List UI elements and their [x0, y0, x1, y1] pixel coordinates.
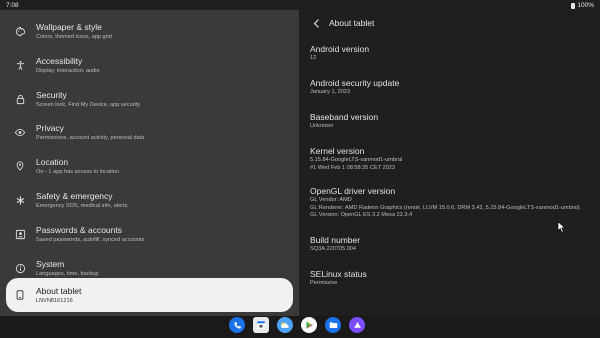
- entry-build-number[interactable]: Build number SQ3A.220705.004: [310, 235, 595, 254]
- entry-title: Kernel version: [310, 146, 365, 156]
- entry-value: GL Vendor: AMD: [310, 197, 352, 203]
- settings-item-privacy[interactable]: Privacy Permissions, account activity, p…: [6, 117, 293, 147]
- entry-value: GL Renderer: AMD Radeon Graphics (renoir…: [310, 204, 580, 211]
- settings-item-wallpaper[interactable]: Wallpaper & style Colors, themed icons, …: [6, 16, 293, 46]
- tablet-icon: [10, 285, 30, 305]
- settings-item-title: Accessibility: [36, 55, 83, 66]
- mouse-cursor-icon: [557, 220, 566, 233]
- back-arrow-icon[interactable]: [310, 16, 322, 30]
- settings-item-security[interactable]: Security Screen lock, Find My Device, ap…: [6, 84, 293, 114]
- taskbar: [0, 316, 600, 338]
- accessibility-icon: [10, 55, 30, 75]
- settings-item-title: Passwords & accounts: [36, 224, 122, 235]
- entry-value: #1 Wed Feb 1 08:58:35 CET 2023: [310, 164, 396, 171]
- settings-item-subtitle: Permissions, account activity, personal …: [36, 134, 145, 141]
- settings-item-title: Privacy: [36, 122, 64, 133]
- settings-item-subtitle: Colors, themed icons, app grid: [36, 33, 112, 40]
- entry-title: Baseband version: [310, 112, 379, 122]
- calendar-app-icon[interactable]: [253, 317, 269, 333]
- settings-item-title: Wallpaper & style: [36, 21, 102, 32]
- entry-opengl-driver[interactable]: OpenGL driver version GL Vendor: AMD GL …: [310, 186, 595, 220]
- settings-item-about-tablet[interactable]: About tablet LNVN8161216: [6, 278, 293, 312]
- asterisk-icon: [10, 190, 30, 210]
- entry-baseband[interactable]: Baseband version Unknown: [310, 112, 595, 131]
- entry-value: Permissive: [310, 280, 338, 286]
- settings-item-subtitle: Languages, time, backup: [36, 270, 99, 277]
- entry-title: SELinux status: [310, 269, 367, 279]
- location-pin-icon: [10, 156, 30, 176]
- settings-item-title: Location: [36, 156, 69, 167]
- settings-item-subtitle: Screen lock, Find My Device, app securit…: [36, 101, 141, 108]
- account-box-icon: [10, 224, 30, 244]
- settings-item-title: About tablet: [36, 285, 82, 296]
- entry-kernel-version[interactable]: Kernel version 5.15.84-GoogleLTS-xanmod1…: [310, 146, 595, 172]
- entry-title: Build number: [310, 235, 361, 245]
- settings-item-subtitle: Saved passwords, autofill, synced accoun…: [36, 236, 145, 243]
- entry-value: SQ3A.220705.004: [310, 246, 357, 252]
- entry-android-version[interactable]: Android version 12: [310, 44, 595, 63]
- weather-app-icon[interactable]: [277, 317, 293, 333]
- entry-value: 5.15.84-GoogleLTS-xanmod1-umbral: [310, 157, 403, 163]
- settings-item-subtitle: On - 1 app has access to location: [36, 168, 120, 175]
- entry-value: January 1, 2023: [310, 89, 351, 95]
- play-games-app-icon[interactable]: [349, 317, 365, 333]
- files-app-icon[interactable]: [325, 317, 341, 333]
- status-time: 7:08: [6, 2, 19, 9]
- about-tablet-panel: About tablet Android version 12 Android …: [301, 10, 600, 316]
- entry-title: OpenGL driver version: [310, 186, 396, 196]
- settings-item-accessibility[interactable]: Accessibility Display, interaction, audi…: [6, 50, 293, 80]
- settings-item-title: Safety & emergency: [36, 190, 113, 201]
- play-store-app-icon[interactable]: [301, 317, 317, 333]
- entry-selinux-status[interactable]: SELinux status Permissive: [310, 269, 595, 288]
- settings-item-title: Security: [36, 89, 67, 100]
- entry-security-update[interactable]: Android security update January 1, 2023: [310, 78, 595, 97]
- battery-percent: 100%: [577, 2, 594, 9]
- settings-item-subtitle: Emergency SOS, medical info, alerts: [36, 202, 128, 209]
- entry-value: 12: [310, 55, 317, 61]
- status-right: 100%: [571, 2, 594, 9]
- palette-icon: [10, 21, 30, 41]
- settings-item-subtitle: LNVN8161216: [36, 297, 73, 304]
- entry-title: Android version: [310, 44, 370, 54]
- info-icon: [10, 258, 30, 278]
- page-title: About tablet: [329, 18, 375, 28]
- battery-icon: [571, 2, 576, 9]
- settings-list: Wallpaper & style Colors, themed icons, …: [0, 10, 299, 316]
- settings-item-safety[interactable]: Safety & emergency Emergency SOS, medica…: [6, 185, 293, 215]
- entry-title: Android security update: [310, 78, 400, 88]
- lock-icon: [10, 89, 30, 109]
- settings-item-title: System: [36, 258, 65, 269]
- eye-icon: [10, 122, 30, 142]
- entry-value: GL Version: OpenGL ES 3.2 Mesa 22.3.4: [310, 212, 413, 218]
- settings-item-subtitle: Display, interaction, audio: [36, 67, 100, 74]
- app-dock: [229, 317, 365, 333]
- entry-value: Unknown: [310, 123, 334, 129]
- settings-item-passwords[interactable]: Passwords & accounts Saved passwords, au…: [6, 219, 293, 249]
- phone-app-icon[interactable]: [229, 317, 245, 333]
- settings-item-location[interactable]: Location On - 1 app has access to locati…: [6, 151, 293, 181]
